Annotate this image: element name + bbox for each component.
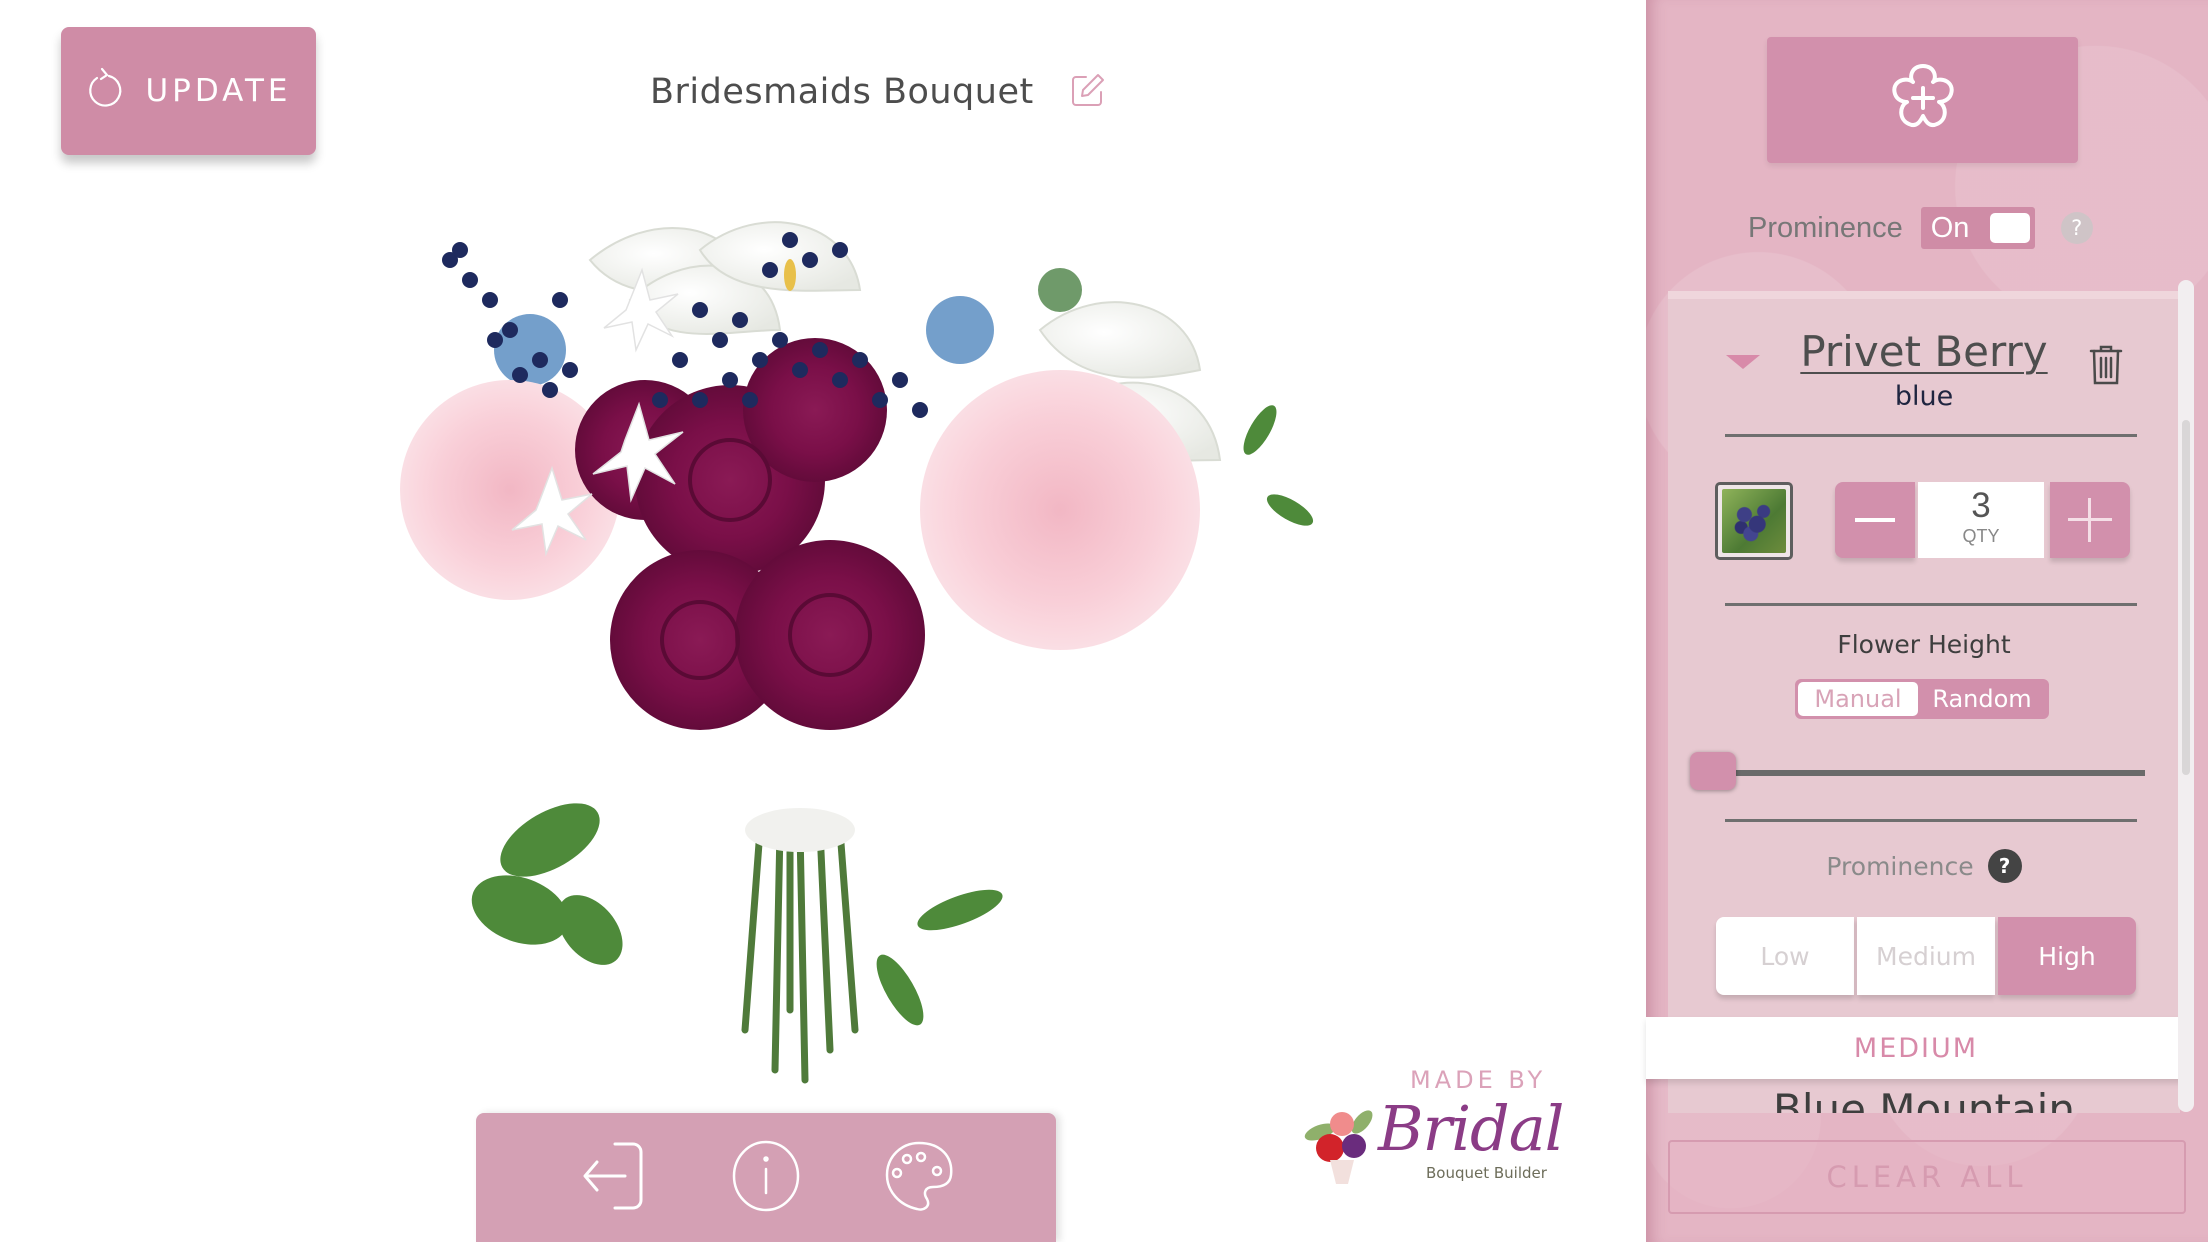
trash-icon[interactable]	[2088, 343, 2124, 391]
height-mode-toggle: Manual Random	[1795, 679, 2049, 719]
prominence-low-button[interactable]: Low	[1716, 917, 1854, 995]
logo-subtitle: Bouquet Builder	[1426, 1164, 1547, 1182]
prominence-high-button[interactable]: High	[1998, 917, 2136, 995]
prominence-level-selector: Low Medium High	[1716, 917, 2136, 995]
logo-wordmark: Bridal	[1378, 1092, 1565, 1165]
berry	[852, 352, 868, 368]
berry	[502, 322, 518, 338]
lily-spadix	[784, 259, 796, 291]
flower-plus-icon	[1883, 58, 1963, 142]
slider-handle[interactable]	[1690, 752, 1736, 790]
berry	[782, 232, 798, 248]
plus-icon	[2068, 498, 2112, 542]
berry	[722, 372, 738, 388]
title-bar: Bridesmaids Bouquet	[650, 62, 1106, 122]
logo-flowers-icon	[1304, 1110, 1373, 1184]
exit-button[interactable]	[568, 1133, 658, 1223]
berry	[562, 362, 578, 378]
add-flower-button[interactable]	[1767, 37, 2078, 163]
update-label: UPDATE	[145, 73, 292, 109]
divider	[1725, 434, 2137, 437]
help-icon[interactable]: ?	[2060, 212, 2093, 244]
next-flower-name[interactable]: Blue Mountain	[1668, 1085, 2180, 1113]
toggle-knob	[1989, 213, 2030, 243]
scrollbar-thumb[interactable]	[2182, 420, 2190, 775]
prominence-toggle-state: On	[1930, 211, 1970, 244]
bouquet-preview[interactable]	[400, 210, 1340, 1090]
flower-card: Privet Berry blue 3 QTY Flower Height Ma…	[1668, 291, 2180, 1111]
made-by-logo: MADE BY Bridal Bouquet Builder	[1300, 1066, 1600, 1206]
exit-arrow-icon	[581, 1140, 645, 1216]
prominence-label: Prominence	[1748, 211, 1903, 244]
berry	[452, 242, 468, 258]
berry	[512, 367, 528, 383]
made-by-label: MADE BY	[1410, 1066, 1547, 1094]
flower-height-slider[interactable]	[1690, 752, 2145, 796]
berry	[672, 352, 688, 368]
berry	[542, 382, 558, 398]
bouquet-title: Bridesmaids Bouquet	[650, 72, 1034, 112]
info-button[interactable]	[721, 1133, 811, 1223]
flower-height-label: Flower Height	[1837, 630, 2011, 659]
update-button[interactable]: UPDATE	[61, 27, 316, 155]
berry	[872, 392, 888, 408]
divider	[1725, 603, 2137, 606]
quantity-field[interactable]: 3 QTY	[1918, 482, 2044, 558]
berry	[832, 242, 848, 258]
height-mode-manual[interactable]: Manual	[1798, 682, 1918, 716]
divider	[1725, 819, 2137, 822]
panel-scrollbar[interactable]	[2178, 280, 2194, 1112]
berry	[692, 392, 708, 408]
flower-thumbnail[interactable]	[1715, 482, 1793, 560]
berry	[762, 262, 778, 278]
berry	[802, 252, 818, 268]
berry	[652, 392, 668, 408]
prominence-medium-button[interactable]: Medium	[1857, 917, 1995, 995]
bottom-toolbar	[476, 1113, 1056, 1242]
pencil-edit-icon[interactable]	[1070, 72, 1106, 112]
berry	[772, 332, 788, 348]
prominence-toggle-row: Prominence On ?	[1748, 206, 2093, 250]
berry	[692, 302, 708, 318]
refresh-icon	[85, 66, 125, 116]
increase-quantity-button[interactable]	[2050, 482, 2130, 558]
prominence-level-row: Prominence ?	[1668, 849, 2180, 883]
berry	[812, 342, 828, 358]
berry	[732, 312, 748, 328]
berry	[752, 352, 768, 368]
decrease-quantity-button[interactable]	[1835, 482, 1915, 558]
berry	[712, 332, 728, 348]
height-mode-random[interactable]: Random	[1918, 682, 2046, 716]
info-icon	[731, 1139, 801, 1217]
palette-icon	[883, 1139, 955, 1217]
berry	[482, 292, 498, 308]
palette-button[interactable]	[874, 1133, 964, 1223]
ribbon-wrap	[745, 808, 855, 852]
privet-berry-image	[1722, 489, 1786, 553]
prominence-level-label: Prominence	[1826, 851, 1974, 881]
help-icon[interactable]: ?	[1987, 849, 2022, 883]
slider-track	[1720, 770, 2145, 776]
group-header-medium: MEDIUM	[1646, 1017, 2186, 1079]
berry	[892, 372, 908, 388]
quantity-value: 3	[1971, 486, 1991, 525]
berry	[462, 272, 478, 288]
clear-all-button[interactable]: CLEAR ALL	[1668, 1140, 2186, 1214]
pink-rose-right	[920, 370, 1200, 650]
berry	[487, 332, 503, 348]
next-flower-card: Blue Mountain	[1668, 1079, 2180, 1113]
minus-icon	[1855, 518, 1895, 522]
berry	[532, 352, 548, 368]
berry	[552, 292, 568, 308]
berry	[912, 402, 928, 418]
stems	[741, 826, 859, 1084]
quantity-label: QTY	[1962, 526, 2000, 546]
berry	[832, 372, 848, 388]
flower-panel: Prominence On ? Privet Berry blue 3 QTY …	[1646, 0, 2208, 1242]
berry	[792, 362, 808, 378]
berry	[742, 392, 758, 408]
prominence-toggle[interactable]: On	[1920, 207, 2035, 249]
